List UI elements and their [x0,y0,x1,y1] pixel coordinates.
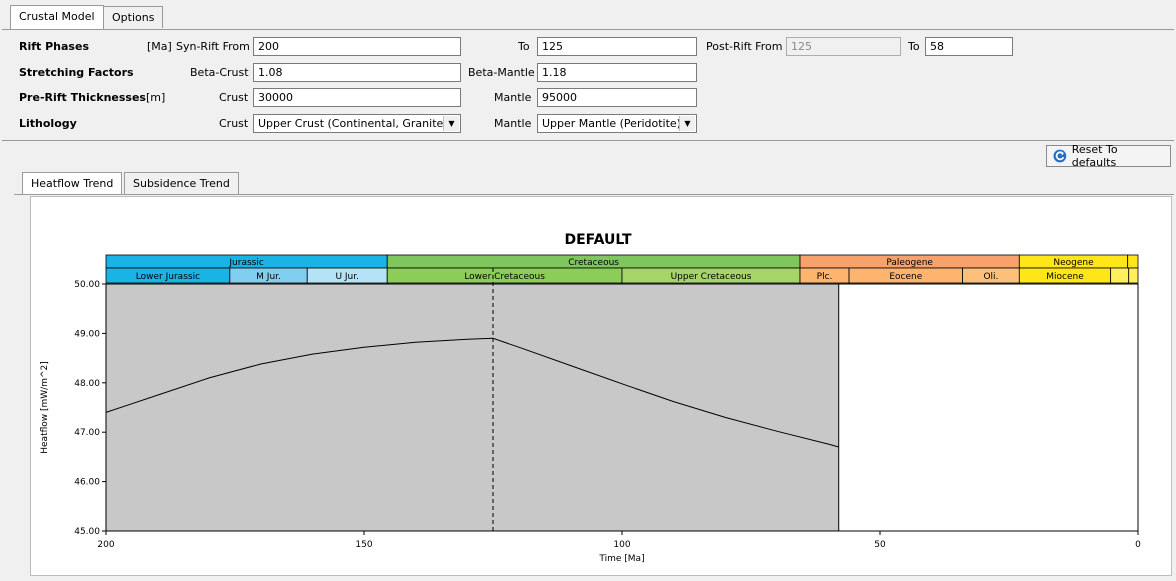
x-tick-label: 150 [355,540,372,550]
crust-thickness-label: Crust [219,91,249,104]
beta-mantle-input[interactable]: 1.18 [537,63,697,82]
x-tick-label: 200 [97,540,114,550]
y-axis: 45.00 46.00 47.00 48.00 49.00 50.00 [74,280,106,537]
y-tick-label: 50.00 [74,280,100,290]
plot-shaded-region [105,283,840,532]
crust-lithology-select[interactable]: Upper Crust (Continental, Granite) ▼ [253,114,461,133]
crust-thickness-input[interactable]: 30000 [253,88,461,107]
tab-crustal-model[interactable]: Crustal Model [10,5,104,29]
post-rift-from-input: 125 [786,37,901,56]
reset-defaults-label: Reset To defaults [1071,143,1118,169]
epoch-band: Lower Jurassic M Jur. U Jur. Lower Cretaceo… [105,267,1139,284]
x-tick-label: 100 [613,540,630,550]
era-label: Jurassic [228,258,263,268]
syn-rift-from-label: Syn-Rift From [176,40,250,53]
beta-crust-input[interactable]: 1.08 [253,63,461,82]
post-rift-to-input[interactable]: 58 [925,37,1013,56]
beta-crust-label: Beta-Crust [190,66,249,79]
rift-phases-unit: [Ma] [147,40,172,53]
tab-heatflow-trend[interactable]: Heatflow Trend [22,172,123,194]
chevron-down-icon[interactable]: ▼ [443,116,459,131]
thickness-unit: [m] [146,91,166,104]
era-band: Jurassic Cretaceous Paleogene Neogene [105,254,1139,269]
epoch-cell [1110,267,1130,284]
pre-rift-thickness-label: Pre-Rift Thicknesses [19,91,146,104]
epoch-label: Oli. [983,272,998,282]
chevron-down-icon[interactable]: ▼ [679,116,695,131]
beta-mantle-label: Beta-Mantle [468,66,535,79]
tab-divider [2,29,1174,30]
form-divider [2,140,1174,141]
crust-lithology-value: Upper Crust (Continental, Granite) [258,117,448,130]
tab-subsidence-trend[interactable]: Subsidence Trend [124,172,239,194]
epoch-label: Plc. [817,272,833,282]
era-label: Neogene [1053,258,1094,268]
epoch-label: Lower Cretaceous [464,272,545,282]
mantle-thickness-label: Mantle [494,91,532,104]
mantle-lithology-value: Upper Mantle (Peridotite) [542,117,681,130]
reset-defaults-button[interactable]: Reset To defaults [1046,143,1171,169]
epoch-label: Miocene [1046,272,1084,282]
x-tick-label: 0 [1135,540,1141,550]
epoch-cell [1128,267,1139,284]
lithology-label: Lithology [19,117,77,130]
inner-tab-divider [14,194,1174,195]
epoch-label: Eocene [889,272,922,282]
y-tick-label: 48.00 [74,379,100,389]
era-label: Paleogene [886,258,933,268]
post-rift-to-label: To [908,40,920,53]
y-tick-label: 49.00 [74,329,100,339]
rift-phases-label: Rift Phases [19,40,89,53]
epoch-label: Upper Cretaceous [671,272,752,282]
post-rift-from-label: Post-Rift From [706,40,783,53]
heatflow-chart: DEFAULT Jurassic Cretaceous Paleogene Neoge… [40,232,1141,564]
tab-options[interactable]: Options [103,6,164,28]
x-tick-label: 50 [874,540,886,550]
chart-title: DEFAULT [564,232,632,248]
x-axis-label: Time [Ma] [598,554,644,564]
epoch-label: U Jur. [335,272,359,282]
syn-rift-to-label: To [518,40,530,53]
mantle-lithology-select[interactable]: Upper Mantle (Peridotite) ▼ [537,114,697,133]
era-cell [1127,254,1139,269]
y-axis-label: Heatflow [mW/m^2] [40,361,50,454]
x-axis: 200 150 100 50 0 [97,531,1141,550]
syn-rift-from-input[interactable]: 200 [253,37,461,56]
crust-lithology-label: Crust [219,117,249,130]
mantle-thickness-input[interactable]: 95000 [537,88,697,107]
stretching-factors-label: Stretching Factors [19,66,134,79]
epoch-label: M Jur. [256,272,281,282]
y-tick-label: 47.00 [74,428,100,438]
mantle-lithology-label: Mantle [494,117,532,130]
syn-rift-to-input[interactable]: 125 [537,37,697,56]
y-tick-label: 45.00 [74,527,100,537]
heatflow-chart-panel: DEFAULT Jurassic Cretaceous Paleogene Neoge… [30,196,1172,576]
reset-icon [1053,149,1067,163]
era-label: Cretaceous [568,258,619,268]
y-tick-label: 46.00 [74,478,100,488]
epoch-label: Lower Jurassic [136,272,200,282]
